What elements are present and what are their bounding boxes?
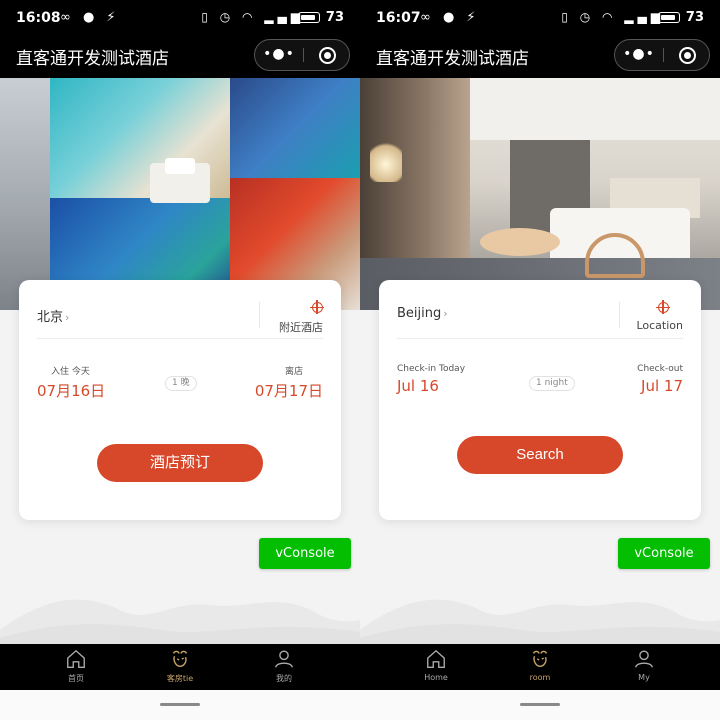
banner-image[interactable] [0,78,360,310]
tab-bar: Home room My [360,644,720,690]
tab-my[interactable]: My [604,648,684,688]
location-button[interactable]: Location [613,298,683,332]
checkout-label: 离店 [284,367,303,377]
home-indicator[interactable] [160,703,200,706]
nearby-label: 附近酒店 [279,321,323,334]
checkin-date-picker[interactable]: Check-in Today Jul 16 [397,364,465,395]
mountains-background [360,599,720,644]
banner-image[interactable] [360,78,720,310]
system-icons: ▯ ◷ ◠ ▂▄▆ [201,10,304,24]
city-selector[interactable]: Beijing › [397,306,448,321]
notification-icons: ∞ ● ⚡ [60,10,120,25]
checkin-date-picker[interactable]: 入住 今天 07月16日 [37,364,105,401]
banner-table [480,228,560,256]
battery-icon [658,12,680,23]
nights-badge: 1 晚 [165,376,197,391]
close-miniprogram-icon[interactable] [319,47,336,64]
city-selector[interactable]: 北京 › [37,306,69,325]
more-icon[interactable]: •●• [615,40,663,70]
nearby-label: Location [636,319,683,332]
tab-home[interactable]: 首页 [36,648,116,688]
capsule-divider [303,48,304,62]
tab-my[interactable]: 我的 [244,648,324,688]
home-icon [427,649,445,668]
chevron-right-icon: › [443,307,448,320]
room-icon [532,650,548,668]
tab-label: Home [424,673,448,682]
chevron-right-icon: › [65,311,70,324]
nearby-hotels-button[interactable]: 附近酒店 [253,298,324,335]
battery-icon [298,12,320,23]
battery-level: 73 [325,10,344,25]
tab-home[interactable]: Home [396,648,476,688]
card-divider [397,338,683,339]
home-icon [67,649,85,668]
checkin-label: Check-in Today [397,364,466,374]
city-name: 北京 [37,310,64,325]
tab-bar: 首页 客房tie 我的 [0,644,360,690]
home-indicator-bar [360,690,720,720]
screen-english: 16:07 ∞ ● ⚡ ▯ ◷ ◠ ▂▄▆ 73 直客通开发测试酒店 •●• B… [360,0,720,720]
location-crosshair-icon [310,300,324,314]
nav-bar: 直客通开发测试酒店 •●• [0,36,360,78]
checkout-date: 07月17日 [254,382,323,400]
more-icon[interactable]: •●• [255,40,303,70]
page-title: 直客通开发测试酒店 [376,49,529,69]
city-name: Beijing [397,306,442,321]
booking-card: Beijing › Location Check-in Today Jul 16 … [379,280,701,520]
card-divider [37,338,323,339]
checkout-date-picker[interactable]: Check-out Jul 17 [637,364,683,395]
room-icon [172,650,188,668]
capsule-menu: •●• [614,39,710,71]
tab-label: 我的 [276,674,292,683]
nav-bar: 直客通开发测试酒店 •●• [360,36,720,78]
checkout-date: Jul 17 [641,377,683,395]
booking-card: 北京 › 附近酒店 入住 今天 07月16日 1 晚 离店 07月17日 酒店预订 [19,280,341,520]
system-icons: ▯ ◷ ◠ ▂▄▆ [561,10,664,24]
capsule-divider [663,48,664,62]
tab-label: 首页 [68,674,84,683]
tab-room[interactable]: 客房tie [140,648,220,688]
capsule-menu: •●• [254,39,350,71]
tab-room[interactable]: room [500,648,580,688]
banner-lamp [370,138,402,182]
screens: 16:08 ∞ ● ⚡ ▯ ◷ ◠ ▂▄▆ 73 直客通开发测试酒店 •●• 北… [0,0,720,720]
banner-ceiling [470,78,720,140]
checkout-date-picker[interactable]: 离店 07月17日 [255,364,323,401]
page-title: 直客通开发测试酒店 [16,49,169,69]
status-bar: 16:08 ∞ ● ⚡ ▯ ◷ ◠ ▂▄▆ 73 [0,0,360,36]
location-crosshair-icon [656,300,670,314]
checkin-date: 07月16日 [37,382,106,400]
status-bar: 16:07 ∞ ● ⚡ ▯ ◷ ◠ ▂▄▆ 73 [360,0,720,36]
checkout-label: Check-out [637,364,683,374]
screen-chinese: 16:08 ∞ ● ⚡ ▯ ◷ ◠ ▂▄▆ 73 直客通开发测试酒店 •●• 北… [0,0,360,720]
user-icon [635,650,653,668]
checkin-date: Jul 16 [397,377,439,395]
search-button[interactable]: Search [457,436,623,474]
nights-badge: 1 night [529,376,575,391]
tab-label: 客房tie [166,674,194,683]
battery-level: 73 [685,10,704,25]
status-time: 16:08 [16,10,61,26]
home-indicator-bar [0,690,360,720]
book-hotel-button[interactable]: 酒店预订 [97,444,263,482]
notification-icons: ∞ ● ⚡ [420,10,480,25]
status-time: 16:07 [376,10,421,26]
tab-label: room [529,673,551,682]
tab-label: My [638,673,650,682]
user-icon [275,650,293,668]
mountains-background [0,599,360,644]
checkin-label: 入住 今天 [51,367,90,377]
close-miniprogram-icon[interactable] [679,47,696,64]
home-indicator[interactable] [520,703,560,706]
